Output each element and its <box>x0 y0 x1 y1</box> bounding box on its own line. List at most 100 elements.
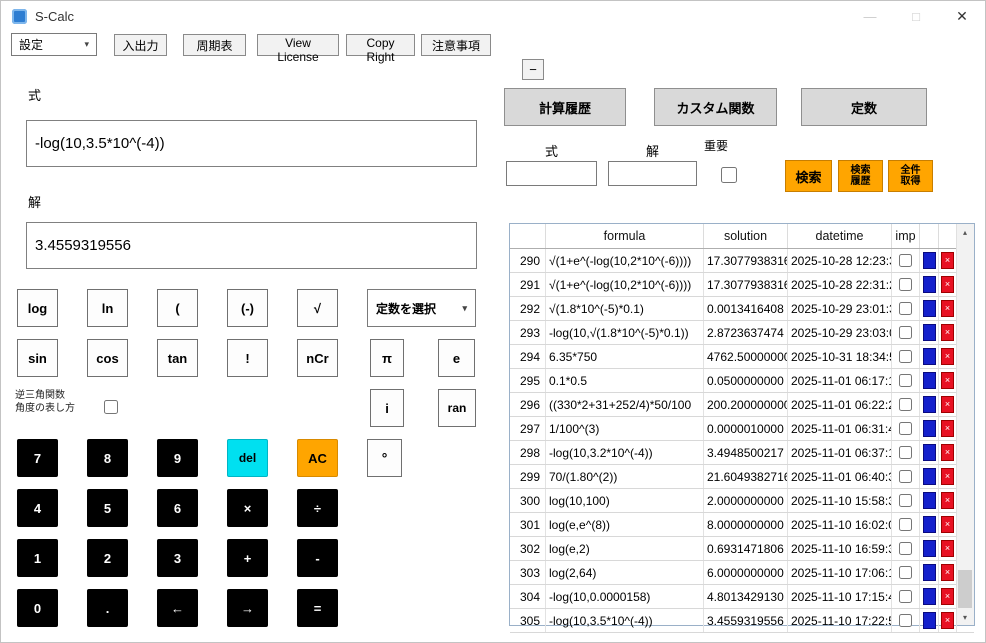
important-checkbox[interactable] <box>899 374 912 387</box>
column-header-solution[interactable]: solution <box>704 224 788 248</box>
calc-history-button[interactable]: 計算履歴 <box>504 88 626 126</box>
important-checkbox[interactable] <box>899 278 912 291</box>
row-load-button[interactable] <box>923 516 936 533</box>
minimize-button[interactable]: — <box>847 1 893 31</box>
key-open-paren[interactable]: ( <box>157 289 198 327</box>
row-load-button[interactable] <box>923 372 936 389</box>
close-button[interactable]: ✕ <box>939 1 985 31</box>
important-checkbox[interactable] <box>899 254 912 267</box>
collapse-button[interactable]: − <box>522 59 544 80</box>
key-2[interactable]: 2 <box>87 539 128 577</box>
solution-output[interactable] <box>26 222 477 269</box>
periodic-table-button[interactable]: 周期表 <box>183 34 246 56</box>
row-load-button[interactable] <box>923 420 936 437</box>
search-formula-input[interactable] <box>506 161 597 186</box>
important-checkbox[interactable] <box>899 350 912 363</box>
row-delete-button[interactable]: × <box>941 372 954 389</box>
row-delete-button[interactable]: × <box>941 468 954 485</box>
row-delete-button[interactable]: × <box>941 396 954 413</box>
scrollbar-thumb[interactable] <box>958 570 972 608</box>
key-left-arrow[interactable]: ← <box>157 589 198 627</box>
grid-scrollbar[interactable]: ▴ ▾ <box>956 224 974 625</box>
key-ncr[interactable]: nCr <box>297 339 338 377</box>
row-delete-button[interactable]: × <box>941 348 954 365</box>
scroll-down-icon[interactable]: ▾ <box>957 609 973 625</box>
key-multiply[interactable]: × <box>227 489 268 527</box>
custom-function-button[interactable]: カスタム関数 <box>654 88 777 126</box>
maximize-button[interactable]: □ <box>893 1 939 31</box>
key-plus[interactable]: + <box>227 539 268 577</box>
row-load-button[interactable] <box>923 396 936 413</box>
key-sin[interactable]: sin <box>17 339 58 377</box>
row-delete-button[interactable]: × <box>941 444 954 461</box>
key-cos[interactable]: cos <box>87 339 128 377</box>
key-degree[interactable]: ° <box>367 439 402 477</box>
important-checkbox[interactable] <box>899 590 912 603</box>
important-checkbox[interactable] <box>899 302 912 315</box>
row-load-button[interactable] <box>923 468 936 485</box>
formula-input[interactable] <box>26 120 477 167</box>
key-minus[interactable]: - <box>297 539 338 577</box>
key-sqrt[interactable]: √ <box>297 289 338 327</box>
key-8[interactable]: 8 <box>87 439 128 477</box>
row-load-button[interactable] <box>923 612 936 629</box>
key-dot[interactable]: . <box>87 589 128 627</box>
key-3[interactable]: 3 <box>157 539 198 577</box>
key-7[interactable]: 7 <box>17 439 58 477</box>
key-4[interactable]: 4 <box>17 489 58 527</box>
important-checkbox[interactable] <box>899 542 912 555</box>
inverse-trig-checkbox[interactable] <box>104 400 118 414</box>
row-delete-button[interactable]: × <box>941 588 954 605</box>
column-header-imp[interactable]: imp <box>892 224 920 248</box>
view-license-button[interactable]: View License <box>257 34 339 56</box>
important-checkbox[interactable] <box>899 446 912 459</box>
key-1[interactable]: 1 <box>17 539 58 577</box>
key-tan[interactable]: tan <box>157 339 198 377</box>
important-checkbox[interactable] <box>899 470 912 483</box>
key-5[interactable]: 5 <box>87 489 128 527</box>
important-checkbox[interactable] <box>899 518 912 531</box>
row-load-button[interactable] <box>923 564 936 581</box>
row-delete-button[interactable]: × <box>941 276 954 293</box>
important-checkbox[interactable] <box>899 614 912 627</box>
search-important-checkbox[interactable] <box>721 167 737 183</box>
key-divide[interactable]: ÷ <box>297 489 338 527</box>
constant-select[interactable]: 定数を選択 ▾ <box>367 289 476 327</box>
row-load-button[interactable] <box>923 300 936 317</box>
important-checkbox[interactable] <box>899 398 912 411</box>
key-i[interactable]: i <box>370 389 404 427</box>
key-ln[interactable]: ln <box>87 289 128 327</box>
row-load-button[interactable] <box>923 588 936 605</box>
copyright-button[interactable]: Copy Right <box>346 34 415 56</box>
key-equals[interactable]: = <box>297 589 338 627</box>
key-negate[interactable]: (-) <box>227 289 268 327</box>
row-load-button[interactable] <box>923 492 936 509</box>
row-delete-button[interactable]: × <box>941 492 954 509</box>
row-load-button[interactable] <box>923 252 936 269</box>
column-header-datetime[interactable]: datetime <box>788 224 892 248</box>
key-right-arrow[interactable]: → <box>227 589 268 627</box>
search-button[interactable]: 検索 <box>785 160 832 192</box>
search-history-button[interactable]: 検索 履歴 <box>838 160 883 192</box>
row-load-button[interactable] <box>923 324 936 341</box>
row-delete-button[interactable]: × <box>941 300 954 317</box>
row-delete-button[interactable]: × <box>941 516 954 533</box>
key-9[interactable]: 9 <box>157 439 198 477</box>
row-delete-button[interactable]: × <box>941 540 954 557</box>
important-checkbox[interactable] <box>899 494 912 507</box>
column-header-formula[interactable]: formula <box>546 224 704 248</box>
key-del[interactable]: del <box>227 439 268 477</box>
row-load-button[interactable] <box>923 540 936 557</box>
scroll-up-icon[interactable]: ▴ <box>957 224 973 240</box>
key-log[interactable]: log <box>17 289 58 327</box>
important-checkbox[interactable] <box>899 422 912 435</box>
row-delete-button[interactable]: × <box>941 252 954 269</box>
row-delete-button[interactable]: × <box>941 324 954 341</box>
key-ac[interactable]: AC <box>297 439 338 477</box>
fetch-all-button[interactable]: 全件 取得 <box>888 160 933 192</box>
key-e[interactable]: e <box>438 339 475 377</box>
key-0[interactable]: 0 <box>17 589 58 627</box>
settings-select[interactable]: 設定 ▾ <box>11 33 97 56</box>
key-factorial[interactable]: ! <box>227 339 268 377</box>
row-delete-button[interactable]: × <box>941 564 954 581</box>
